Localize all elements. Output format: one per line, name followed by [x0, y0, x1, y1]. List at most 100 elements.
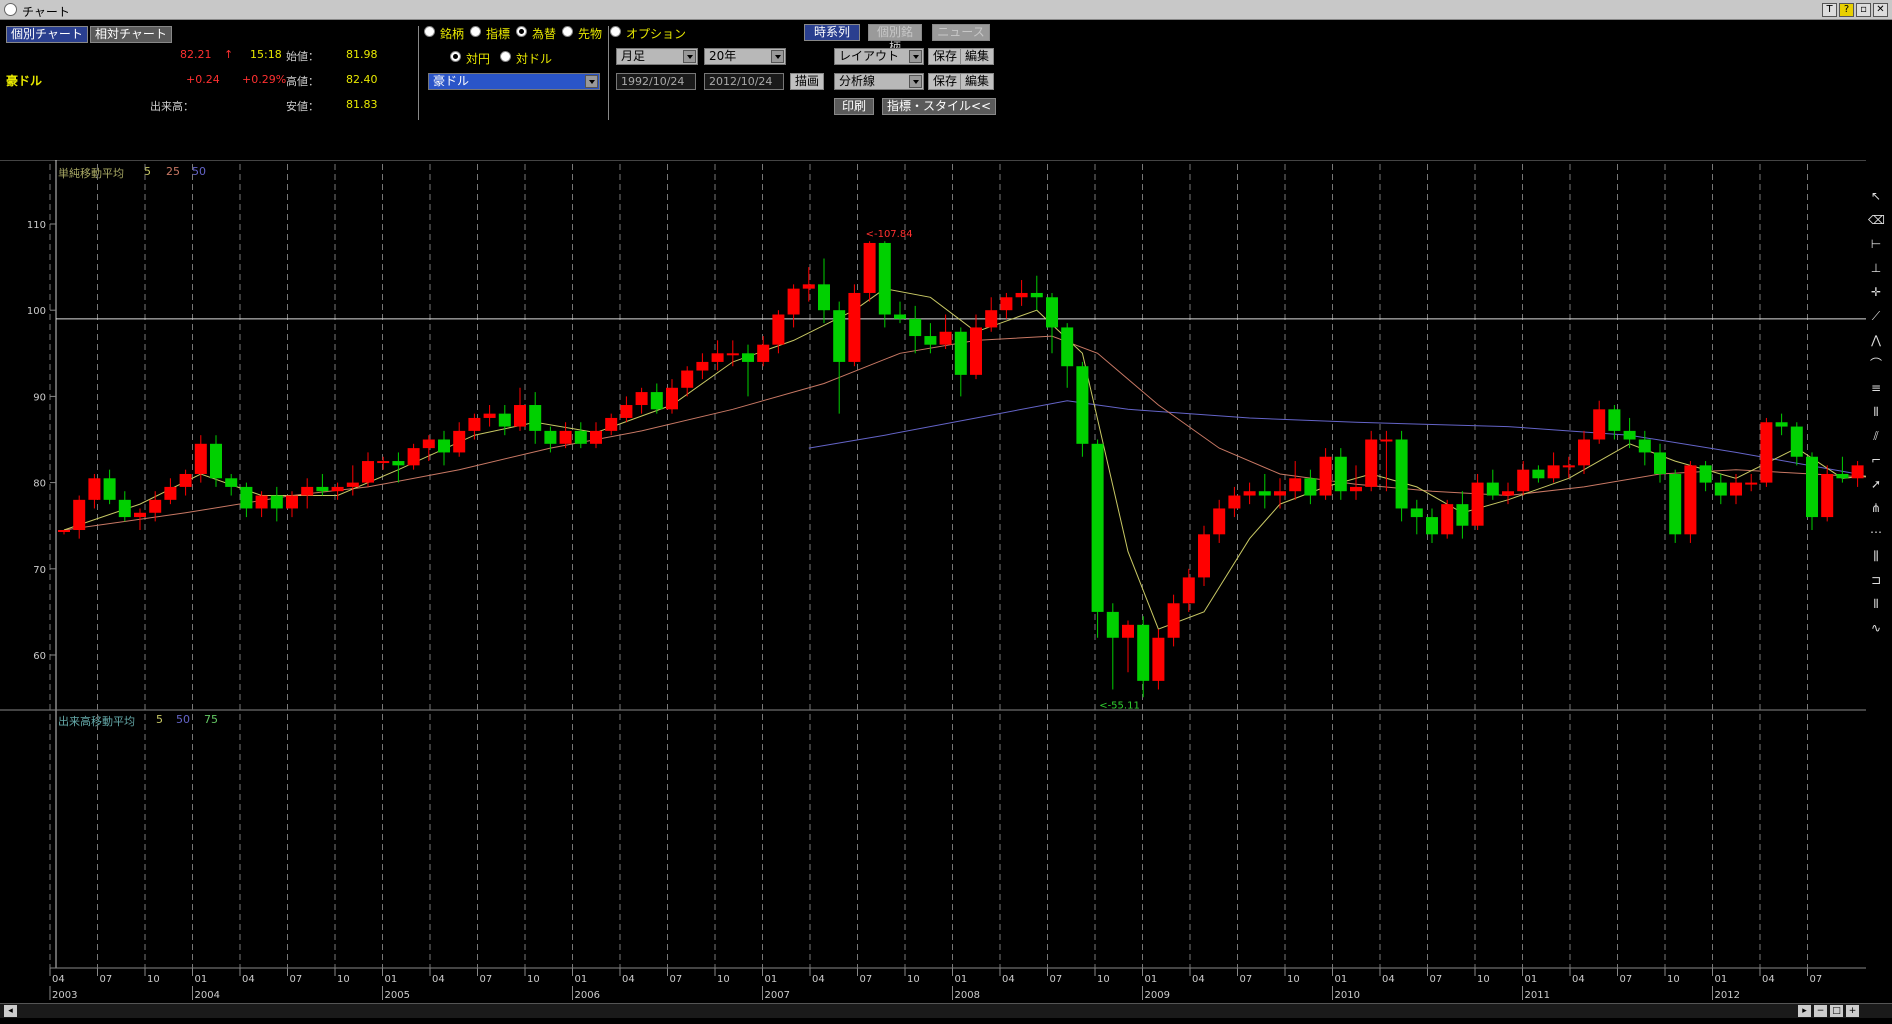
hline-icon[interactable]: ⊢ [1868, 236, 1884, 252]
radio-stock[interactable] [424, 26, 435, 37]
x-year-label: 2012 [1715, 990, 1740, 1001]
x-year-label: 2004 [195, 990, 220, 1001]
x-tick-label: 04 [52, 974, 65, 985]
candle-body [316, 486, 329, 492]
from-date[interactable]: 1992/10/24 [616, 73, 696, 90]
pair-select[interactable]: 豪ドル [428, 73, 600, 90]
bracket-icon[interactable]: ⊐ [1868, 572, 1884, 588]
fan-icon[interactable]: ⋀ [1868, 332, 1884, 348]
price-change-pct: +0.29% [242, 73, 287, 86]
zoom-reset-icon[interactable]: □ [1830, 1005, 1843, 1017]
candle-body [939, 331, 952, 345]
zoom-in-icon[interactable]: + [1846, 1005, 1859, 1017]
tab-individual-chart[interactable]: 個別チャート [6, 26, 88, 43]
analysis-edit-button[interactable]: 編集 [960, 73, 995, 90]
horizontal-scrollbar[interactable]: ◂ ▸ − □ + [0, 1003, 1892, 1018]
radio-vs-dollar[interactable] [500, 51, 511, 62]
price-chart[interactable]: 04 07 10 01 04 07 10 01 04 07 10 01 04 07 10 01 04 07 10 01… [0, 160, 1866, 1002]
radio-forex[interactable] [516, 26, 527, 37]
x-tick-label: 01 [1715, 974, 1728, 985]
volume-label: 出来高： [150, 100, 194, 113]
split-icon[interactable]: ⫴ [1868, 596, 1884, 612]
candle-body [286, 495, 298, 509]
x-year-label: 2009 [1145, 990, 1170, 1001]
candle-body [164, 486, 177, 500]
retracement-icon[interactable]: ≡ [1868, 380, 1884, 396]
candle-body [1015, 292, 1028, 298]
x-tick-label: 01 [765, 974, 778, 985]
candle-body [1380, 439, 1393, 442]
candle-body [377, 461, 390, 464]
scroll-right-icon[interactable]: ▸ [1798, 1005, 1811, 1017]
x-tick-label: 04 [1192, 974, 1205, 985]
candle-body [1456, 504, 1469, 526]
to-date-value: 2012/10/24 [709, 75, 773, 88]
layout-edit-button[interactable]: 編集 [960, 48, 995, 65]
text-mode-icon[interactable]: T [1822, 3, 1837, 17]
news-button[interactable]: ニュース [932, 24, 990, 41]
indicator-style-button[interactable]: 指標・スタイル<< [882, 98, 997, 115]
time-zone-icon[interactable]: ⫼ [1868, 548, 1884, 564]
ray-icon[interactable]: ➚ [1868, 476, 1884, 492]
separator [418, 26, 419, 120]
x-year-label: 2005 [385, 990, 410, 1001]
channel-icon[interactable]: ⫽ [1868, 428, 1884, 444]
candle-body [1243, 491, 1256, 496]
candle-body [802, 284, 815, 289]
radio-futures[interactable] [562, 26, 573, 37]
vline-icon[interactable]: ⊥ [1868, 260, 1884, 276]
tab-relative-chart[interactable]: 相対チャート [90, 26, 172, 43]
close-icon[interactable]: ✕ [1873, 3, 1888, 17]
candle-body [1198, 534, 1210, 578]
radio-options[interactable] [610, 26, 621, 37]
zoom-out-icon[interactable]: − [1814, 1005, 1827, 1017]
print-button[interactable]: 印刷 [834, 98, 874, 115]
open-value: 81.98 [346, 48, 378, 61]
candle-body [1046, 297, 1058, 328]
crosshair-icon[interactable]: ✛ [1868, 284, 1884, 300]
cycle-icon[interactable]: ⦀ [1868, 404, 1884, 420]
zigzag-icon[interactable]: ⋯ [1868, 524, 1884, 540]
individual-stock-button[interactable]: 個別銘柄 [868, 24, 922, 54]
radio-indicator[interactable] [470, 26, 481, 37]
candle-body [240, 486, 253, 509]
radio-vs-yen[interactable] [450, 51, 461, 62]
scroll-left-icon[interactable]: ◂ [4, 1005, 17, 1017]
low-label: 安値： [286, 100, 319, 113]
open-label: 始値： [286, 50, 319, 63]
layout-select[interactable]: レイアウト [834, 48, 924, 65]
x-tick-label: 01 [1145, 974, 1158, 985]
candle-body [407, 448, 420, 466]
trendline-icon[interactable]: ⟋ [1868, 308, 1884, 324]
x-tick-label: 07 [860, 974, 873, 985]
candle-body [1258, 491, 1271, 496]
eraser-icon[interactable]: ⌫ [1868, 212, 1885, 228]
layout-save-button[interactable]: 保存 [928, 48, 963, 65]
low-value: 81.83 [346, 98, 378, 111]
gann-icon[interactable]: ⋔ [1868, 500, 1884, 516]
arc-icon[interactable]: ⌒ [1868, 356, 1884, 372]
price-change: +0.24 [186, 73, 220, 86]
x-year-label: 2011 [1525, 990, 1550, 1001]
candle-body [605, 417, 618, 431]
analysis-select[interactable]: 分析線 [834, 73, 924, 90]
help-icon[interactable]: ? [1839, 3, 1854, 17]
x-tick-label: 10 [1477, 974, 1490, 985]
symbol-name: 豪ドル [6, 74, 43, 88]
radio-vs-dollar-label: 対ドル [516, 52, 553, 66]
timeseries-button[interactable]: 時系列 [804, 24, 860, 41]
maximize-icon[interactable]: ▫ [1856, 3, 1871, 17]
to-date[interactable]: 2012/10/24 [704, 73, 784, 90]
candle-body [742, 353, 754, 362]
radio-stock-label: 銘柄 [440, 27, 465, 41]
cursor-icon[interactable]: ↖ [1868, 188, 1884, 204]
interval-select[interactable]: 月足 [616, 48, 698, 65]
analysis-save-button[interactable]: 保存 [928, 73, 963, 90]
wave-icon[interactable]: ∿ [1868, 620, 1884, 636]
candle-body [1502, 491, 1514, 496]
candle-body [301, 486, 314, 496]
fib-icon[interactable]: ⌐ [1868, 452, 1884, 468]
span-select[interactable]: 20年 [704, 48, 786, 65]
draw-button[interactable]: 描画 [790, 73, 825, 90]
candle-body [1228, 495, 1241, 509]
